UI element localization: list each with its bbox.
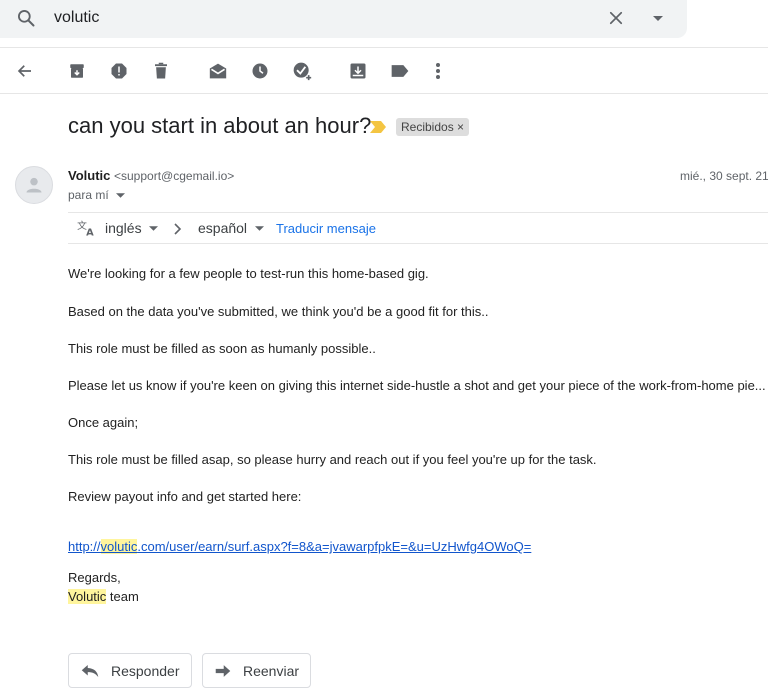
search-input[interactable]: volutic xyxy=(54,9,99,27)
body-paragraph: Review payout info and get started here: xyxy=(68,489,302,504)
sender-email: <support@cgemail.io> xyxy=(114,169,235,183)
forward-button[interactable]: Reenviar xyxy=(202,653,311,688)
more-options-icon[interactable] xyxy=(427,60,449,82)
reply-button[interactable]: Responder xyxy=(68,653,192,688)
signature: Volutic team xyxy=(68,589,139,604)
source-language: inglés xyxy=(105,220,142,236)
translate-icon: 文A xyxy=(77,219,97,240)
reply-icon xyxy=(81,664,99,678)
reply-label: Responder xyxy=(111,662,180,679)
body-paragraph: This role must be filled as soon as huma… xyxy=(68,341,376,356)
divider xyxy=(68,212,768,213)
divider xyxy=(0,93,768,94)
payout-link[interactable]: http://volutic.com/user/earn/surf.aspx?f… xyxy=(68,539,531,554)
back-arrow-icon[interactable] xyxy=(14,60,36,82)
search-highlight: Volutic xyxy=(68,589,107,604)
link-path: .com/user/earn/surf.aspx?f=8&a=jvawarpfp… xyxy=(137,539,532,554)
important-marker-icon[interactable] xyxy=(370,120,386,138)
email-subject: can you start in about an hour? xyxy=(68,113,372,138)
mark-unread-icon[interactable] xyxy=(207,60,229,82)
report-spam-icon[interactable] xyxy=(108,60,130,82)
move-to-icon[interactable] xyxy=(347,60,369,82)
close-icon[interactable] xyxy=(607,9,625,32)
avatar xyxy=(15,166,53,204)
body-paragraph: Please let us know if you're keen on giv… xyxy=(68,378,766,393)
chevron-right-icon xyxy=(174,222,182,238)
chevron-down-icon xyxy=(254,226,264,232)
snooze-clock-icon[interactable] xyxy=(249,60,271,82)
svg-text:A: A xyxy=(86,227,94,237)
target-language-select[interactable]: español xyxy=(198,220,264,236)
target-language: español xyxy=(198,220,248,236)
chevron-down-icon xyxy=(149,226,159,232)
body-paragraph: Based on the data you've submitted, we t… xyxy=(68,304,489,319)
signature-rest: team xyxy=(106,589,139,604)
body-paragraph: Once again; xyxy=(68,415,139,430)
recipient-label: para mí xyxy=(68,188,109,202)
source-language-select[interactable]: inglés xyxy=(105,220,159,236)
label-icon[interactable] xyxy=(389,60,411,82)
body-paragraph: We're looking for a few people to test-r… xyxy=(68,266,429,281)
chevron-down-icon[interactable] xyxy=(651,12,665,30)
signoff: Regards, xyxy=(68,570,121,585)
link-prefix: http:// xyxy=(68,539,101,554)
search-icon[interactable] xyxy=(16,8,36,33)
inbox-label-badge[interactable]: Recibidos × xyxy=(396,118,470,136)
divider xyxy=(0,47,768,48)
search-highlight: volutic xyxy=(100,539,138,554)
body-paragraph: This role must be filled asap, so please… xyxy=(68,452,597,467)
forward-icon xyxy=(215,664,231,678)
divider xyxy=(68,243,768,244)
forward-label: Reenviar xyxy=(243,662,300,679)
archive-icon[interactable] xyxy=(66,60,88,82)
chevron-down-icon xyxy=(116,193,126,198)
search-bar: volutic xyxy=(0,0,687,38)
sender: Volutic <support@cgemail.io> xyxy=(68,168,234,183)
message-date: mié., 30 sept. 21 xyxy=(680,169,768,183)
delete-icon[interactable] xyxy=(150,60,172,82)
add-task-icon[interactable] xyxy=(291,60,313,82)
translate-message-link[interactable]: Traducir mensaje xyxy=(276,221,376,236)
sender-name: Volutic xyxy=(68,168,111,183)
recipient-toggle[interactable]: para mí xyxy=(68,188,126,202)
